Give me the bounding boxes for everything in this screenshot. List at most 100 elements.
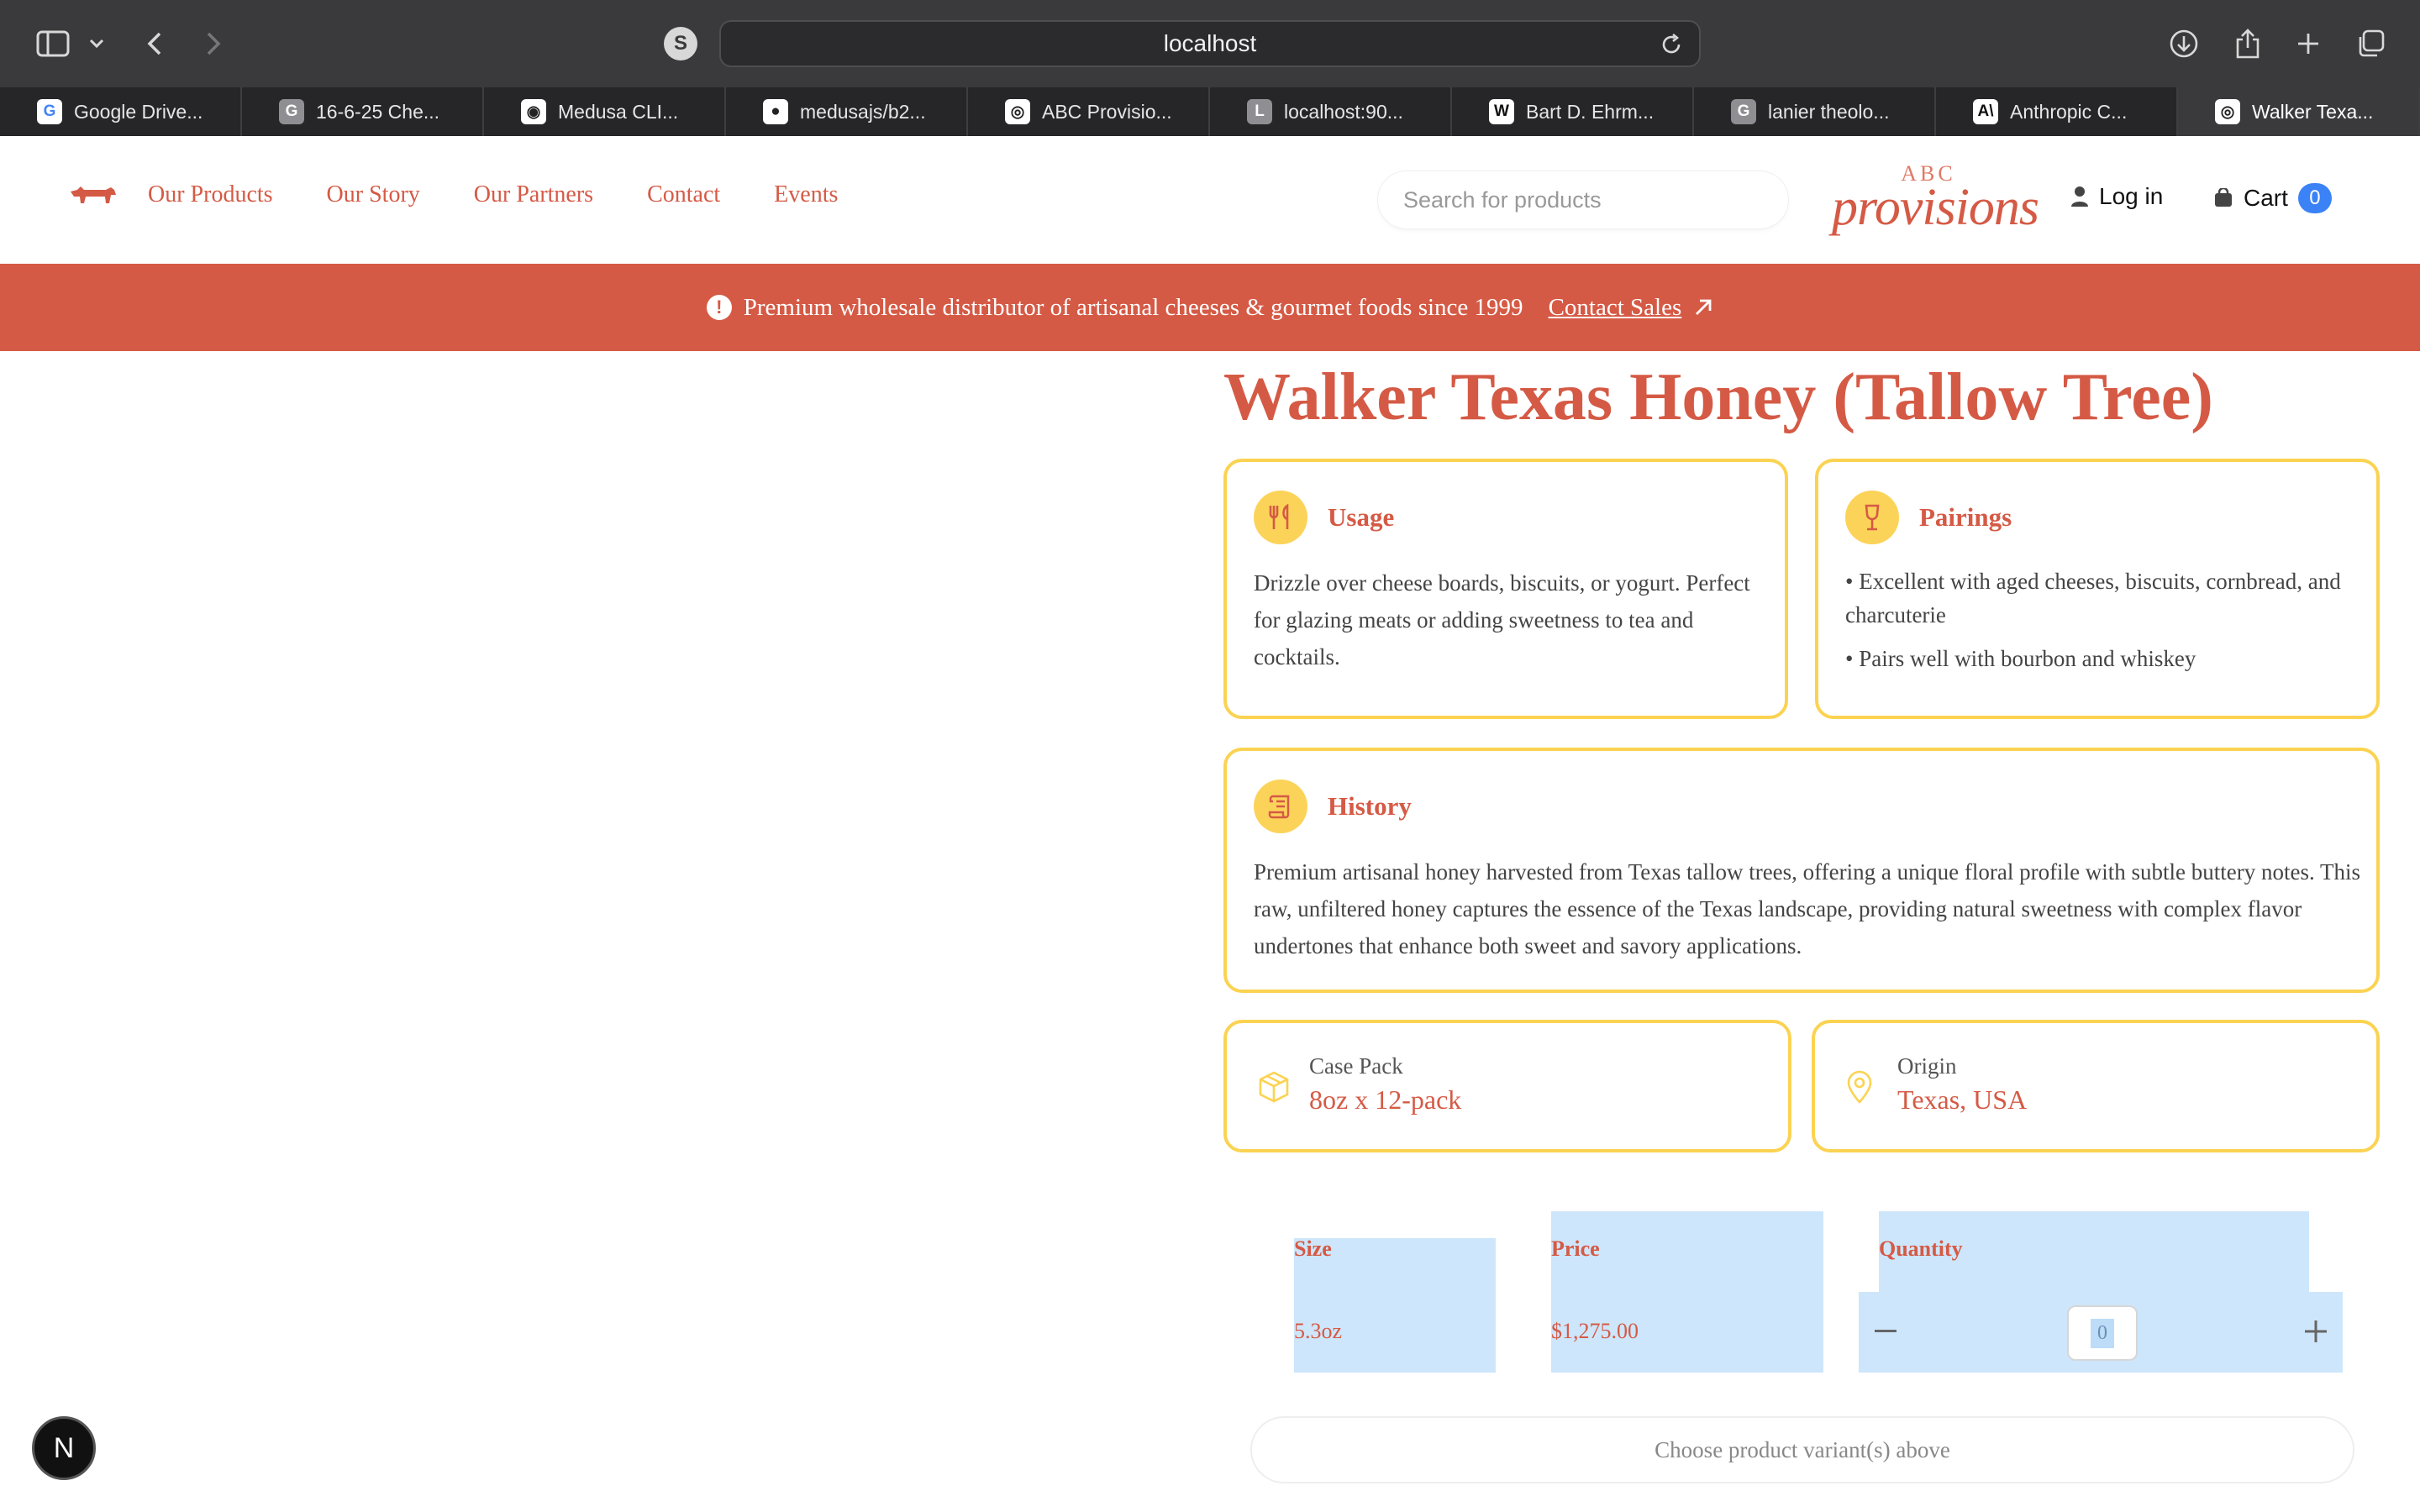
arrow-up-right-icon[interactable] <box>1693 297 1713 318</box>
nextjs-dev-badge[interactable]: N <box>32 1416 96 1480</box>
download-icon[interactable] <box>2165 20 2203 67</box>
case-pack-value: 8oz x 12-pack <box>1309 1084 1462 1115</box>
pairings-card: Pairings • Excellent with aged cheeses, … <box>1815 459 2380 719</box>
usage-body: Drizzle over cheese boards, biscuits, or… <box>1254 570 1750 669</box>
login-button[interactable]: Log in <box>2070 183 2163 210</box>
tab-favicon-icon: ◎ <box>2215 99 2240 124</box>
usage-card: Usage Drizzle over cheese boards, biscui… <box>1223 459 1788 719</box>
site-icon: S <box>664 27 697 60</box>
cow-logo-icon[interactable] <box>67 185 118 209</box>
tab-label: Medusa CLI... <box>558 100 679 123</box>
tab-label: Google Drive... <box>74 100 203 123</box>
cart-button[interactable]: Cart 0 <box>2213 183 2332 213</box>
tab-favicon-icon: A\ <box>1973 99 1998 124</box>
browser-tab[interactable]: G Google Drive... <box>0 87 242 136</box>
scroll-icon <box>1254 780 1307 833</box>
main-nav: Our Products Our Story Our Partners Cont… <box>148 181 838 208</box>
tab-label: Anthropic C... <box>2010 100 2128 123</box>
utensils-icon <box>1254 491 1307 544</box>
user-icon <box>2071 186 2088 207</box>
tab-favicon-icon: ◎ <box>1005 99 1030 124</box>
cart-count-badge: 0 <box>2297 183 2332 213</box>
pairing-item: • Excellent with aged cheeses, biscuits,… <box>1845 569 2341 627</box>
tab-favicon-icon: ◉ <box>521 99 546 124</box>
url-text: localhost <box>1163 30 1257 56</box>
reload-icon[interactable] <box>1659 32 1684 63</box>
selection-highlight <box>1551 1211 1823 1373</box>
search-input[interactable]: Search for products <box>1378 171 1788 228</box>
product-title: Walker Texas Honey (Tallow Tree) <box>1223 360 2213 434</box>
site-header: Our Products Our Story Our Partners Cont… <box>0 136 2420 264</box>
history-title: History <box>1328 791 1412 821</box>
case-pack-card: Case Pack 8oz x 12-pack <box>1223 1020 1791 1152</box>
variant-size: 5.3oz <box>1294 1319 1343 1343</box>
tab-favicon-icon: G <box>279 99 304 124</box>
browser-tab[interactable]: A\ Anthropic C... <box>1936 87 2178 136</box>
share-icon[interactable] <box>2228 20 2267 67</box>
map-pin-icon <box>1845 1070 1874 1108</box>
decrease-quantity-button[interactable] <box>1867 1310 1904 1352</box>
quantity-header: Quantity <box>1879 1236 1963 1261</box>
tab-label: lanier theolo... <box>1768 100 1890 123</box>
plus-icon <box>2305 1320 2327 1342</box>
pairings-title: Pairings <box>1919 502 2012 532</box>
tab-label: 16-6-25 Che... <box>316 100 440 123</box>
tab-label: Walker Texa... <box>2252 100 2374 123</box>
contact-sales-link[interactable]: Contact Sales <box>1549 294 1682 322</box>
brand-logo-main: provisions <box>1832 179 2039 236</box>
variant-price: $1,275.00 <box>1551 1319 1639 1343</box>
history-body: Premium artisanal honey harvested from T… <box>1254 859 2361 958</box>
browser-tab[interactable]: ◎ ABC Provisio... <box>968 87 1210 136</box>
nav-our-story[interactable]: Our Story <box>327 181 420 208</box>
increase-quantity-button[interactable] <box>2297 1310 2334 1352</box>
tab-label: localhost:90... <box>1284 100 1403 123</box>
login-label: Log in <box>2099 183 2164 209</box>
back-icon[interactable] <box>139 20 170 67</box>
cart-icon <box>2215 188 2232 207</box>
banner-text: Premium wholesale distributor of artisan… <box>743 293 1523 321</box>
info-icon: ! <box>706 295 732 320</box>
origin-card: Origin Texas, USA <box>1812 1020 2380 1152</box>
nav-events[interactable]: Events <box>774 181 838 208</box>
address-bar[interactable]: localhost <box>719 20 1701 67</box>
tab-overview-icon[interactable] <box>2351 20 2390 67</box>
tab-label: Bart D. Ehrm... <box>1526 100 1655 123</box>
quantity-input[interactable]: 0 <box>2067 1305 2138 1361</box>
add-to-cart-button[interactable]: Choose product variant(s) above <box>1250 1416 2354 1483</box>
origin-value: Texas, USA <box>1897 1084 2028 1115</box>
wine-glass-icon <box>1845 491 1899 544</box>
browser-tab[interactable]: ◎ Walker Texa... <box>2178 87 2420 136</box>
sidebar-toggle-icon[interactable] <box>32 20 74 67</box>
nav-contact[interactable]: Contact <box>647 181 720 208</box>
usage-title: Usage <box>1328 502 1395 532</box>
search-placeholder: Search for products <box>1403 186 1602 213</box>
chevron-down-icon[interactable] <box>84 20 109 67</box>
nav-our-products[interactable]: Our Products <box>148 181 273 208</box>
tab-favicon-icon: ● <box>763 99 788 124</box>
tab-bar: G Google Drive... G 16-6-25 Che... ◉ Medusa C… <box>0 87 2420 136</box>
new-tab-icon[interactable] <box>2289 20 2328 67</box>
announcement-banner: ! Premium wholesale distributor of artis… <box>0 264 2420 351</box>
minus-icon <box>1875 1330 1897 1332</box>
browser-tab[interactable]: W Bart D. Ehrm... <box>1452 87 1694 136</box>
case-pack-label: Case Pack <box>1309 1053 1403 1079</box>
browser-tab[interactable]: ● medusajs/b2... <box>726 87 968 136</box>
browser-tab[interactable]: ◉ Medusa CLI... <box>484 87 726 136</box>
price-header: Price <box>1551 1236 1600 1261</box>
tab-favicon-icon: W <box>1489 99 1514 124</box>
tab-favicon-icon: G <box>1731 99 1756 124</box>
browser-tab[interactable]: Glanier theolo... <box>1694 87 1936 136</box>
tab-label: medusajs/b2... <box>800 100 926 123</box>
browser-tab[interactable]: G 16-6-25 Che... <box>242 87 484 136</box>
browser-toolbar: S localhost <box>0 0 2420 87</box>
tab-favicon-icon: L <box>1247 99 1272 124</box>
origin-label: Origin <box>1897 1053 1957 1079</box>
size-header: Size <box>1294 1236 1332 1261</box>
forward-icon[interactable] <box>198 20 229 67</box>
tab-favicon-icon: G <box>37 99 62 124</box>
browser-tab[interactable]: Llocalhost:90... <box>1210 87 1452 136</box>
nav-our-partners[interactable]: Our Partners <box>474 181 593 208</box>
pairing-item: • Pairs well with bourbon and whiskey <box>1845 646 2196 671</box>
tab-label: ABC Provisio... <box>1042 100 1172 123</box>
cart-label: Cart <box>2244 185 2288 211</box>
